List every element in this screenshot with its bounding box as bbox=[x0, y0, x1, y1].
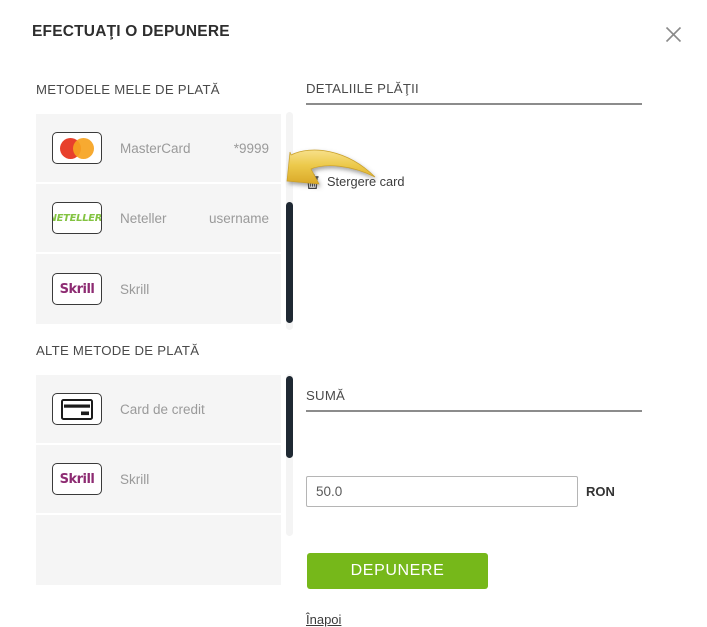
delete-card-label: Stergere card bbox=[327, 174, 405, 189]
neteller-wordmark: NETELLER. bbox=[53, 212, 102, 224]
method-name: Neteller bbox=[120, 210, 167, 226]
method-name: Card de credit bbox=[120, 401, 205, 417]
payment-details-heading: DETALIILE PLĂŢII bbox=[306, 81, 419, 96]
list-item[interactable]: Skrill Skrill bbox=[36, 445, 281, 515]
method-detail: *9999 bbox=[233, 140, 269, 156]
saved-methods-scrollbar[interactable] bbox=[286, 112, 293, 330]
back-link[interactable]: Înapoi bbox=[306, 612, 341, 627]
method-name: MasterCard bbox=[120, 140, 191, 156]
skrill-logo: Skrill bbox=[52, 463, 102, 495]
close-x-icon bbox=[665, 26, 681, 42]
amount-heading: SUMĂ bbox=[306, 388, 346, 403]
skrill-wordmark: Skrill bbox=[59, 471, 95, 487]
page-title: EFECTUAŢI O DEPUNERE bbox=[32, 23, 230, 40]
currency-label: RON bbox=[586, 484, 615, 499]
list-item[interactable]: MasterCard *9999 bbox=[36, 114, 281, 184]
skrill-logo: Skrill bbox=[52, 273, 102, 305]
other-methods-list[interactable]: Card de credit Skrill Skrill bbox=[36, 375, 281, 596]
list-item[interactable]: Card de credit bbox=[36, 375, 281, 445]
divider bbox=[306, 103, 642, 105]
method-name: Skrill bbox=[120, 471, 150, 487]
close-button[interactable] bbox=[660, 21, 686, 47]
mastercard-logo bbox=[52, 132, 102, 164]
credit-card-glyph bbox=[61, 398, 93, 420]
deposit-button[interactable]: DEPUNERE bbox=[307, 553, 488, 589]
other-methods-scrollbar[interactable] bbox=[286, 374, 293, 536]
neteller-logo: NETELLER. bbox=[52, 202, 102, 234]
list-item[interactable]: NETELLER. Neteller username bbox=[36, 184, 281, 254]
list-item[interactable]: Skrill Skrill bbox=[36, 254, 281, 324]
divider bbox=[306, 410, 642, 412]
method-detail: username bbox=[208, 210, 269, 226]
scrollbar-thumb[interactable] bbox=[286, 376, 293, 458]
trash-icon bbox=[306, 174, 319, 189]
scrollbar-thumb[interactable] bbox=[286, 202, 293, 323]
other-methods-heading: ALTE METODE DE PLATĂ bbox=[36, 343, 200, 358]
delete-card-button[interactable]: Stergere card bbox=[306, 174, 405, 189]
method-name: Skrill bbox=[120, 281, 150, 297]
skrill-wordmark: Skrill bbox=[59, 281, 95, 297]
dialog-header: EFECTUAŢI O DEPUNERE bbox=[0, 0, 707, 62]
amount-input[interactable] bbox=[306, 476, 578, 507]
payment-methods-column: METODELE MELE DE PLATĂ MasterCard *9999 … bbox=[0, 62, 300, 596]
payment-details-column: DETALIILE PLĂŢII Stergere card SUMĂ RON … bbox=[300, 62, 707, 627]
credit-card-icon bbox=[52, 393, 102, 425]
list-item[interactable] bbox=[36, 515, 281, 585]
saved-methods-list[interactable]: MasterCard *9999 NETELLER. Neteller user… bbox=[36, 114, 281, 326]
saved-methods-heading: METODELE MELE DE PLATĂ bbox=[36, 82, 220, 97]
